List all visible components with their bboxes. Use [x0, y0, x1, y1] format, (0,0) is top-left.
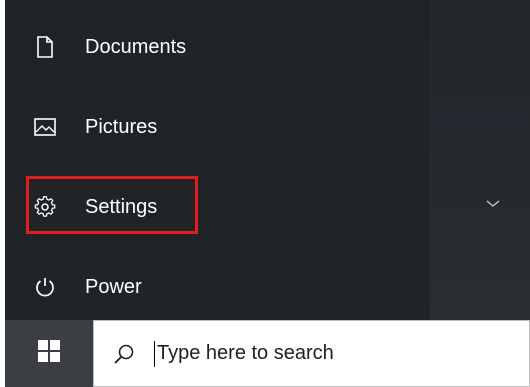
chevron-down-icon[interactable] [483, 196, 503, 212]
search-icon [112, 342, 136, 366]
power-icon [33, 275, 57, 299]
start-menu-left-rail: Documents Pictures Settings Power [5, 0, 500, 320]
menu-item-settings[interactable]: Settings [5, 184, 205, 230]
start-menu: Documents Pictures Settings Power [5, 0, 530, 320]
menu-item-label: Documents [85, 35, 187, 58]
taskbar: Type here to search [5, 320, 530, 387]
menu-item-pictures[interactable]: Pictures [5, 104, 205, 150]
pictures-icon [33, 115, 57, 139]
menu-item-label: Power [85, 275, 142, 298]
windows-logo-icon [38, 340, 60, 367]
search-placeholder: Type here to search [157, 342, 334, 364]
screen: Documents Pictures Settings Power Type h… [0, 0, 530, 387]
start-menu-tiles-area [430, 0, 530, 320]
menu-item-label: Pictures [85, 115, 158, 138]
start-button[interactable] [5, 320, 93, 387]
text-caret [154, 340, 155, 367]
gear-icon [33, 195, 57, 219]
menu-item-label: Settings [85, 195, 158, 218]
search-input[interactable]: Type here to search [93, 320, 530, 387]
menu-item-documents[interactable]: Documents [5, 24, 205, 70]
document-icon [33, 35, 57, 59]
menu-item-power[interactable]: Power [5, 264, 205, 310]
